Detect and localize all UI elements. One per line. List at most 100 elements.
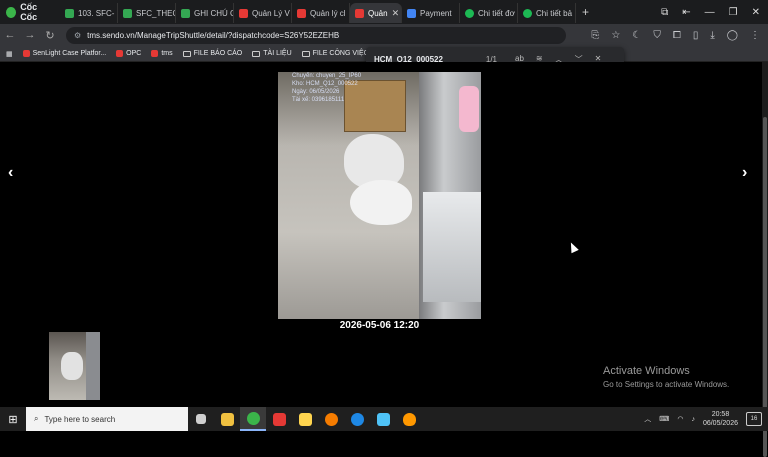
close-window-icon[interactable]: ✕ bbox=[752, 7, 760, 18]
sendo-icon bbox=[116, 50, 124, 57]
toolbar-actions: ⎘ ☆ ☾ ⛉ ⧠ ▯ ⤓ ◯ ⋮ bbox=[591, 30, 768, 41]
bookmark-star-icon[interactable]: ☆ bbox=[611, 30, 620, 41]
tray-chevron-icon[interactable]: ︿ bbox=[644, 414, 651, 424]
sendo-icon bbox=[297, 8, 306, 18]
wps-icon[interactable] bbox=[266, 407, 292, 431]
system-clock[interactable]: 20:58 06/05/2026 bbox=[703, 410, 738, 428]
activation-title: Activate Windows bbox=[603, 365, 690, 377]
screenshot-icon[interactable]: ⧉ bbox=[661, 7, 668, 18]
globe-icon bbox=[523, 8, 532, 18]
address-bar[interactable]: ⚙ tms.sendo.vn/ManageTripShuttle/detail/… bbox=[66, 26, 566, 44]
site-info-icon[interactable]: ⚙ bbox=[74, 31, 81, 40]
tab-5[interactable]: Quản lý cl bbox=[292, 3, 350, 23]
shield-icon[interactable]: ⛉ bbox=[653, 30, 661, 41]
bookmark-folder-cong-viec[interactable]: FILE CÔNG VIỆC bbox=[301, 50, 369, 57]
bookmark-folder-tai-lieu[interactable]: TÀI LIỆU bbox=[252, 50, 292, 57]
coccoc-logo-icon bbox=[6, 6, 17, 18]
system-tray: ︿ ⌨ ◠ ♪ 20:58 06/05/2026 16 bbox=[644, 410, 768, 428]
close-icon[interactable]: ✕ bbox=[392, 8, 400, 19]
apps-grid-icon[interactable]: ▦ bbox=[6, 50, 13, 58]
tab-2[interactable]: SFC_THEO bbox=[118, 3, 176, 23]
tab-6-active[interactable]: Quản ✕ bbox=[350, 3, 402, 23]
tab-label: 103. SFC- bbox=[78, 8, 115, 18]
tab-label: Chi tiết bả bbox=[536, 8, 573, 18]
input-method-icon[interactable]: ⌨ bbox=[659, 415, 669, 423]
browser-brand[interactable]: Cốc Cốc bbox=[0, 2, 60, 22]
bookmark-opc[interactable]: OPC bbox=[116, 50, 141, 57]
watermark-line: Kho: HCM_Q12_000522 bbox=[292, 81, 358, 87]
sendo-icon bbox=[239, 8, 248, 18]
tab-label: Chi tiết đơ bbox=[478, 8, 515, 18]
tab-3[interactable]: GHI CHÚ C bbox=[176, 3, 234, 23]
clock-time: 20:58 bbox=[711, 411, 730, 418]
tab-strip: Cốc Cốc 103. SFC- SFC_THEO GHI CHÚ C Quả… bbox=[0, 0, 768, 24]
file-explorer-icon[interactable] bbox=[214, 407, 240, 431]
dark-mode-icon[interactable]: ☾ bbox=[632, 30, 641, 41]
profile-icon[interactable]: ◯ bbox=[727, 30, 738, 41]
translate-icon[interactable]: ⎘ bbox=[591, 30, 599, 41]
download-icon[interactable]: ⤓ bbox=[710, 30, 714, 41]
notification-center-icon[interactable]: 16 bbox=[746, 412, 762, 426]
folder-icon bbox=[252, 50, 261, 57]
task-view-icon[interactable] bbox=[188, 407, 214, 431]
new-tab-button[interactable]: + bbox=[576, 5, 595, 19]
browser-toolbar: ← → ↻ ⚙ tms.sendo.vn/ManageTripShuttle/d… bbox=[0, 24, 768, 46]
bookmark-folder-bao-cao[interactable]: FILE BÁO CÁO bbox=[182, 50, 242, 57]
windows-activation-watermark: Activate Windows Go to Settings to activ… bbox=[603, 365, 729, 389]
back-history-icon[interactable]: ⇤ bbox=[682, 7, 690, 18]
tab-label: GHI CHÚ C bbox=[194, 8, 234, 18]
sheets-icon bbox=[181, 8, 190, 18]
photo-thumbnail[interactable] bbox=[49, 332, 100, 400]
volume-icon[interactable]: ♪ bbox=[691, 416, 695, 423]
bookmark-label: FILE CÔNG VIỆC bbox=[312, 50, 369, 57]
tab-label: Quản lý cl bbox=[310, 8, 346, 18]
forward-arrow-icon[interactable]: → bbox=[20, 29, 40, 41]
app-icon[interactable] bbox=[318, 407, 344, 431]
sendo-icon bbox=[355, 8, 364, 18]
window-controls: ⧉ ⇤ — ❐ ✕ bbox=[661, 7, 768, 18]
taskbar-search[interactable]: ⌕ Type here to search bbox=[26, 407, 188, 431]
folder-icon bbox=[182, 50, 191, 57]
coccoc-taskbar-icon[interactable] bbox=[240, 407, 266, 431]
search-placeholder: Type here to search bbox=[44, 414, 116, 424]
tab-1[interactable]: 103. SFC- bbox=[60, 3, 118, 23]
sidebar-icon[interactable]: ▯ bbox=[693, 30, 699, 41]
brand-label: Cốc Cốc bbox=[20, 2, 38, 22]
next-image-arrow[interactable]: › bbox=[742, 164, 747, 182]
photo-pink-bag bbox=[459, 86, 479, 132]
tab-label: Quản Lý V bbox=[252, 8, 290, 18]
back-arrow-icon[interactable]: ← bbox=[0, 29, 20, 41]
bookmark-senlight[interactable]: SenLight Case Platfor... bbox=[22, 50, 106, 57]
wifi-icon[interactable]: ◠ bbox=[677, 415, 683, 423]
restore-icon[interactable]: ❐ bbox=[729, 7, 738, 18]
photo-watermark: Chuyển: chuyen_25_IP60 Kho: HCM_Q12_0005… bbox=[292, 72, 361, 104]
minimize-icon[interactable]: — bbox=[705, 7, 715, 18]
zalo-icon[interactable] bbox=[344, 407, 370, 431]
tab-label: Quản bbox=[368, 8, 388, 18]
previous-image-arrow[interactable]: ‹ bbox=[8, 164, 13, 182]
search-icon: ⌕ bbox=[34, 414, 39, 423]
fire-app-icon[interactable] bbox=[396, 407, 422, 431]
sheets-icon bbox=[65, 8, 74, 18]
extensions-icon[interactable]: ⧠ bbox=[673, 30, 681, 41]
windows-taskbar: ⊞ ⌕ Type here to search ︿ ⌨ ◠ ♪ 20:58 06… bbox=[0, 407, 768, 431]
activation-subtitle: Go to Settings to activate Windows. bbox=[603, 380, 730, 389]
tab-7[interactable]: Payment bbox=[402, 3, 460, 23]
payment-icon bbox=[407, 8, 416, 18]
sheets-icon bbox=[123, 8, 132, 18]
bookmark-tms[interactable]: tms bbox=[151, 50, 173, 57]
sticky-notes-icon[interactable] bbox=[292, 407, 318, 431]
reload-icon[interactable]: ↻ bbox=[40, 29, 60, 42]
tab-4[interactable]: Quản Lý V bbox=[234, 3, 292, 23]
windows-start-icon[interactable]: ⊞ bbox=[0, 413, 26, 426]
notepad-icon[interactable] bbox=[370, 407, 396, 431]
folder-icon bbox=[301, 50, 310, 57]
bookmark-label: OPC bbox=[126, 50, 142, 57]
thumbnail-rack bbox=[86, 332, 100, 400]
vertical-scrollbar[interactable] bbox=[762, 62, 768, 457]
scrollbar-thumb[interactable] bbox=[763, 117, 767, 457]
tab-8[interactable]: Chi tiết đơ bbox=[460, 3, 518, 23]
menu-icon[interactable]: ⋮ bbox=[750, 30, 760, 41]
tab-label: SFC_THEO bbox=[136, 8, 176, 18]
tab-9[interactable]: Chi tiết bả bbox=[518, 3, 576, 23]
